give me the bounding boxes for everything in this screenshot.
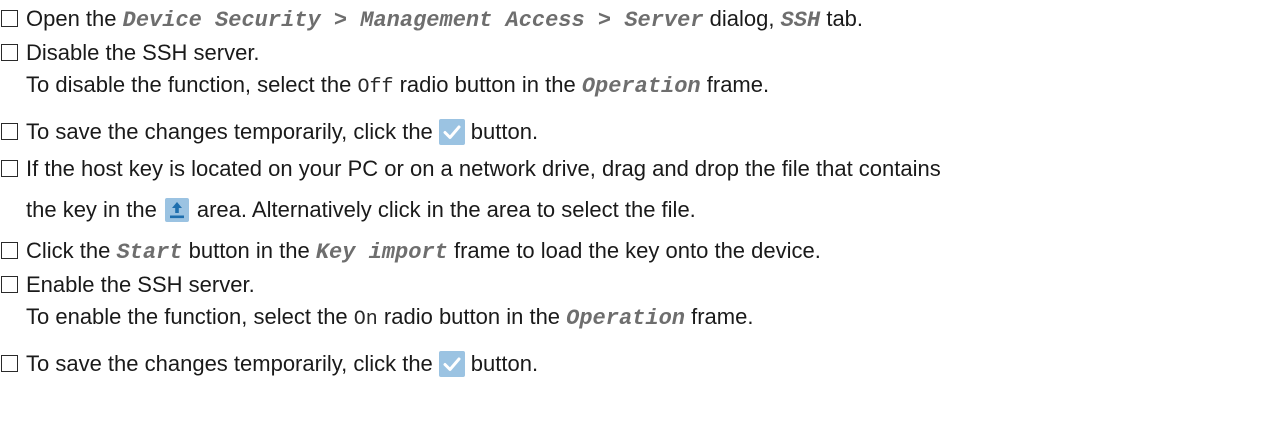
checkbox-icon[interactable] (1, 355, 18, 372)
frame-name: Operation (566, 306, 685, 331)
step-text: area. Alternatively click in the area to… (196, 197, 696, 222)
step-save-changes: To save the changes temporarily, click t… (0, 349, 538, 379)
step-text: Enable the SSH server. (26, 272, 255, 297)
button-name: Start (116, 240, 183, 265)
step-text: Open the (26, 6, 123, 31)
step-drag-key: If the host key is located on your PC or… (0, 154, 941, 184)
step-text: frame. (700, 72, 770, 97)
step-text: tab. (820, 6, 864, 31)
step-text: radio button in the (393, 72, 582, 97)
step-text: If the host key is located on your PC or… (26, 156, 941, 181)
checkbox-icon[interactable] (1, 10, 18, 27)
step-text: button in the (182, 238, 316, 263)
upload-icon (164, 198, 189, 222)
step-text: To save the changes temporarily, click t… (26, 119, 433, 144)
step-text: To enable the function, select the (26, 304, 354, 329)
frame-name: Operation (581, 74, 701, 99)
step-disable-ssh: Disable the SSH server. (0, 38, 260, 68)
step-text: frame. (684, 304, 754, 329)
step-disable-ssh-detail: To disable the function, select the Off … (26, 70, 769, 103)
step-text: dialog, (703, 6, 781, 31)
tab-name: SSH (780, 8, 821, 33)
step-save-changes: To save the changes temporarily, click t… (0, 117, 538, 147)
step-drag-key-detail: the key in the area. Alternatively click … (26, 195, 696, 225)
checkmark-icon (438, 119, 465, 145)
step-open-dialog: Open the Device Security > Management Ac… (0, 4, 863, 36)
step-text: frame to load the key onto the device. (447, 238, 821, 263)
checkbox-icon[interactable] (1, 276, 18, 293)
step-text: To save the changes temporarily, click t… (26, 351, 433, 376)
step-text: To disable the function, select the (26, 72, 358, 97)
step-enable-ssh: Enable the SSH server. (0, 270, 255, 300)
checkbox-icon[interactable] (1, 44, 18, 61)
step-enable-ssh-detail: To enable the function, select the On ra… (26, 302, 753, 335)
dialog-path: Device Security > Management Access > Se… (122, 8, 704, 33)
step-text: Click the (26, 238, 117, 263)
checkbox-icon[interactable] (1, 160, 18, 177)
step-text: the key in the (26, 197, 157, 222)
step-text: Disable the SSH server. (26, 40, 260, 65)
checkmark-icon (438, 351, 465, 377)
step-start-import: Click the Start button in the Key import… (0, 236, 821, 268)
step-text: button. (470, 351, 539, 376)
radio-value: Off (357, 76, 394, 99)
step-text: button. (470, 119, 539, 144)
step-text: radio button in the (377, 304, 567, 329)
checkbox-icon[interactable] (1, 123, 18, 140)
radio-value: On (353, 308, 378, 331)
checkbox-icon[interactable] (1, 242, 18, 259)
frame-name: Key import (315, 240, 448, 265)
